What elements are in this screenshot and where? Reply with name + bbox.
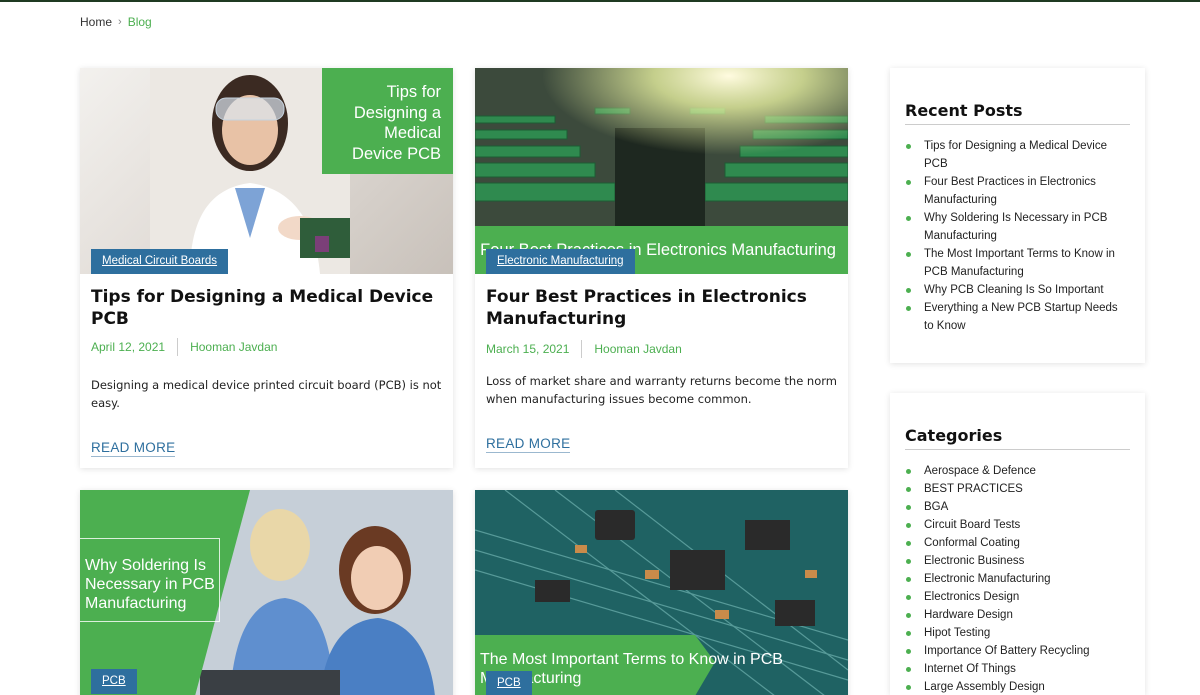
categories-widget: Categories Aerospace & Defence BEST PRAC… <box>890 393 1145 695</box>
list-item: Electronic Manufacturing <box>905 570 1130 588</box>
post-title[interactable]: Four Best Practices in Electronics Manuf… <box>475 274 848 337</box>
category-badge[interactable]: Electronic Manufacturing <box>486 249 635 274</box>
list-item: Large Assembly Design <box>905 678 1130 695</box>
list-item: The Most Important Terms to Know in PCB … <box>905 245 1130 281</box>
post-image[interactable]: Four Best Practices in Electronics Manuf… <box>475 68 848 274</box>
breadcrumb: Home › Blog <box>80 15 152 29</box>
list-item: Circuit Board Tests <box>905 516 1130 534</box>
list-item: Hipot Testing <box>905 624 1130 642</box>
post-author-link[interactable]: Hooman Javdan <box>190 340 277 354</box>
recent-posts-list: Tips for Designing a Medical Device PCB … <box>905 125 1130 335</box>
post-date: March 15, 2021 <box>486 342 570 356</box>
image-title-box: Tips for Designing a Medical Device PCB <box>322 68 453 174</box>
list-item: Electronics Design <box>905 588 1130 606</box>
list-item: Why Soldering Is Necessary in PCB Manufa… <box>905 209 1130 245</box>
category-link[interactable]: Conformal Coating <box>924 537 1020 549</box>
recent-post-link[interactable]: Why PCB Cleaning Is So Important <box>924 284 1104 296</box>
recent-post-link[interactable]: The Most Important Terms to Know in PCB … <box>924 248 1115 278</box>
recent-post-link[interactable]: Four Best Practices in Electronics Manuf… <box>924 176 1096 206</box>
list-item: Conformal Coating <box>905 534 1130 552</box>
read-more-link[interactable]: READ MORE <box>486 436 571 453</box>
category-link[interactable]: BEST PRACTICES <box>924 483 1023 495</box>
post-meta: March 15, 2021 Hooman Javdan <box>475 337 848 361</box>
post-image[interactable]: Why Soldering Is Necessary in PCB Manufa… <box>80 490 453 695</box>
breadcrumb-current: Blog <box>127 15 152 29</box>
categories-list: Aerospace & Defence BEST PRACTICES BGA C… <box>905 450 1130 695</box>
post-title[interactable]: Tips for Designing a Medical Device PCB <box>80 274 453 329</box>
category-link[interactable]: Importance Of Battery Recycling <box>924 645 1090 657</box>
category-badge[interactable]: PCB <box>91 669 137 694</box>
list-item: Why PCB Cleaning Is So Important <box>905 281 1130 299</box>
post-image[interactable]: The Most Important Terms to Know in PCB … <box>475 490 848 695</box>
category-link[interactable]: Electronic Business <box>924 555 1024 567</box>
list-item: BGA <box>905 498 1130 516</box>
chevron-right-icon: › <box>118 16 122 28</box>
category-link[interactable]: Internet Of Things <box>924 663 1016 675</box>
image-title-text: The Most Important Terms to Know in PCB … <box>480 651 783 687</box>
post-image[interactable]: Tips for Designing a Medical Device PCB … <box>80 68 453 274</box>
recent-posts-widget: Recent Posts Tips for Designing a Medica… <box>890 68 1145 363</box>
meta-divider <box>177 338 179 356</box>
category-link[interactable]: Hardware Design <box>924 609 1013 621</box>
widget-title: Recent Posts <box>905 68 1130 125</box>
category-link[interactable]: Hipot Testing <box>924 627 990 639</box>
post-card: Four Best Practices in Electronics Manuf… <box>475 68 848 468</box>
post-author-link[interactable]: Hooman Javdan <box>594 342 681 356</box>
image-title-text: Why Soldering Is Necessary in PCB Manufa… <box>85 557 215 612</box>
post-excerpt: Loss of market share and warranty return… <box>486 374 837 406</box>
post-card: Why Soldering Is Necessary in PCB Manufa… <box>80 490 453 695</box>
post-card: The Most Important Terms to Know in PCB … <box>475 490 848 695</box>
scientist-illustration <box>150 68 350 274</box>
recent-post-link[interactable]: Tips for Designing a Medical Device PCB <box>924 140 1107 170</box>
category-badge[interactable]: PCB <box>486 671 532 695</box>
category-badge[interactable]: Medical Circuit Boards <box>91 249 229 274</box>
recent-post-link[interactable]: Everything a New PCB Startup Needs to Kn… <box>924 302 1118 332</box>
category-link[interactable]: Electronics Design <box>924 591 1019 603</box>
list-item: Tips for Designing a Medical Device PCB <box>905 137 1130 173</box>
widget-title: Categories <box>905 393 1130 450</box>
recent-post-link[interactable]: Why Soldering Is Necessary in PCB Manufa… <box>924 212 1107 242</box>
list-item: Everything a New PCB Startup Needs to Kn… <box>905 299 1130 335</box>
list-item: Electronic Business <box>905 552 1130 570</box>
list-item: Internet Of Things <box>905 660 1130 678</box>
category-link[interactable]: Aerospace & Defence <box>924 465 1036 477</box>
pcb-production-line-illustration <box>475 68 848 226</box>
post-excerpt: Designing a medical device printed circu… <box>91 378 442 410</box>
category-link[interactable]: Electronic Manufacturing <box>924 573 1051 585</box>
list-item: Hardware Design <box>905 606 1130 624</box>
post-date: April 12, 2021 <box>91 340 166 354</box>
post-meta: April 12, 2021 Hooman Javdan <box>80 329 453 365</box>
list-item: Aerospace & Defence <box>905 462 1130 480</box>
image-title-text: Tips for Designing a Medical Device PCB <box>352 83 441 163</box>
category-link[interactable]: Large Assembly Design <box>924 681 1045 693</box>
meta-divider <box>581 340 583 358</box>
list-item: BEST PRACTICES <box>905 480 1130 498</box>
post-card: Tips for Designing a Medical Device PCB … <box>80 68 453 468</box>
category-link[interactable]: Circuit Board Tests <box>924 519 1020 531</box>
list-item: Four Best Practices in Electronics Manuf… <box>905 173 1130 209</box>
read-more-link[interactable]: READ MORE <box>91 440 176 457</box>
category-link[interactable]: BGA <box>924 501 948 513</box>
list-item: Importance Of Battery Recycling <box>905 642 1130 660</box>
top-bar <box>0 0 1200 2</box>
breadcrumb-home-link[interactable]: Home <box>80 15 112 29</box>
